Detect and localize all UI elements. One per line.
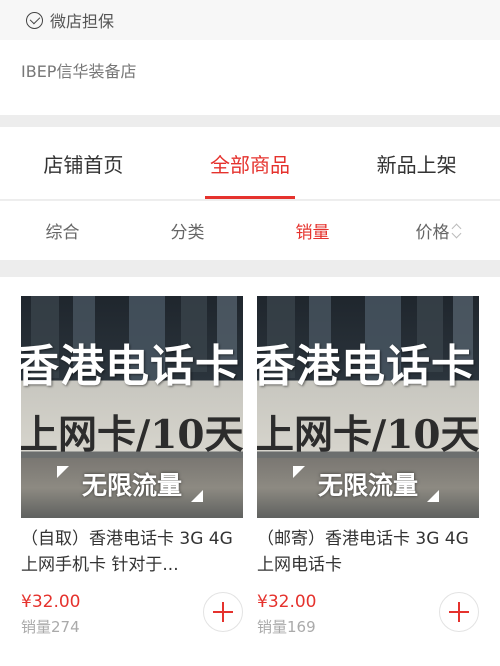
- check-circle-icon: [26, 11, 43, 29]
- guarantee-strip: 微店担保: [0, 0, 500, 40]
- sort-comprehensive-label: 综合: [45, 223, 80, 243]
- product-image-line2: 上网卡/10天: [257, 412, 479, 458]
- sort-comprehensive[interactable]: 综合: [0, 201, 125, 260]
- guarantee-label: 微店担保: [50, 12, 115, 31]
- product-image-line3: 无限流量: [317, 471, 418, 500]
- add-to-cart-button[interactable]: [439, 592, 479, 632]
- sort-price-label: 价格: [415, 223, 450, 243]
- product-image-line3: 无限流量: [81, 471, 182, 500]
- product-image-line1: 香港电话卡: [21, 341, 240, 392]
- product-card[interactable]: 香港电话卡 上网卡/10天 无限流量 （自取）香港电话卡 3G 4G上网手机卡 …: [21, 296, 243, 637]
- sort-sales[interactable]: 销量: [250, 201, 375, 260]
- sort-category-label: 分类: [170, 223, 205, 243]
- store-tabs: 店铺首页 全部商品 新品上架: [0, 127, 500, 199]
- tab-store-home[interactable]: 店铺首页: [0, 127, 167, 199]
- sort-category[interactable]: 分类: [125, 201, 250, 260]
- sort-sales-label: 销量: [295, 223, 330, 243]
- product-image[interactable]: 香港电话卡 上网卡/10天 无限流量: [257, 296, 479, 518]
- product-image-line2: 上网卡/10天: [21, 412, 243, 458]
- tab-new-arrivals[interactable]: 新品上架: [333, 127, 500, 199]
- product-grid: 香港电话卡 上网卡/10天 无限流量 （自取）香港电话卡 3G 4G上网手机卡 …: [0, 277, 500, 666]
- product-card[interactable]: 香港电话卡 上网卡/10天 无限流量 （邮寄）香港电话卡 3G 4G上网电话卡 …: [257, 296, 479, 637]
- add-to-cart-button[interactable]: [203, 592, 243, 632]
- tab-all-products[interactable]: 全部商品: [167, 127, 334, 199]
- product-title[interactable]: （自取）香港电话卡 3G 4G上网手机卡 针对于...: [21, 526, 243, 578]
- product-title[interactable]: （邮寄）香港电话卡 3G 4G上网电话卡: [257, 526, 479, 578]
- product-image-line1: 香港电话卡: [257, 341, 476, 392]
- sort-bar: 综合 分类 销量 价格: [0, 200, 500, 260]
- product-image[interactable]: 香港电话卡 上网卡/10天 无限流量: [21, 296, 243, 518]
- store-info: IBEP信华装备店: [0, 40, 500, 115]
- store-name: IBEP信华装备店: [21, 62, 137, 81]
- sort-updown-icon: [451, 223, 461, 238]
- sort-price[interactable]: 价格: [375, 201, 500, 260]
- page: 微店担保 IBEP信华装备店 店铺首页 全部商品 新品上架 综合 分类 销量 价…: [0, 0, 500, 666]
